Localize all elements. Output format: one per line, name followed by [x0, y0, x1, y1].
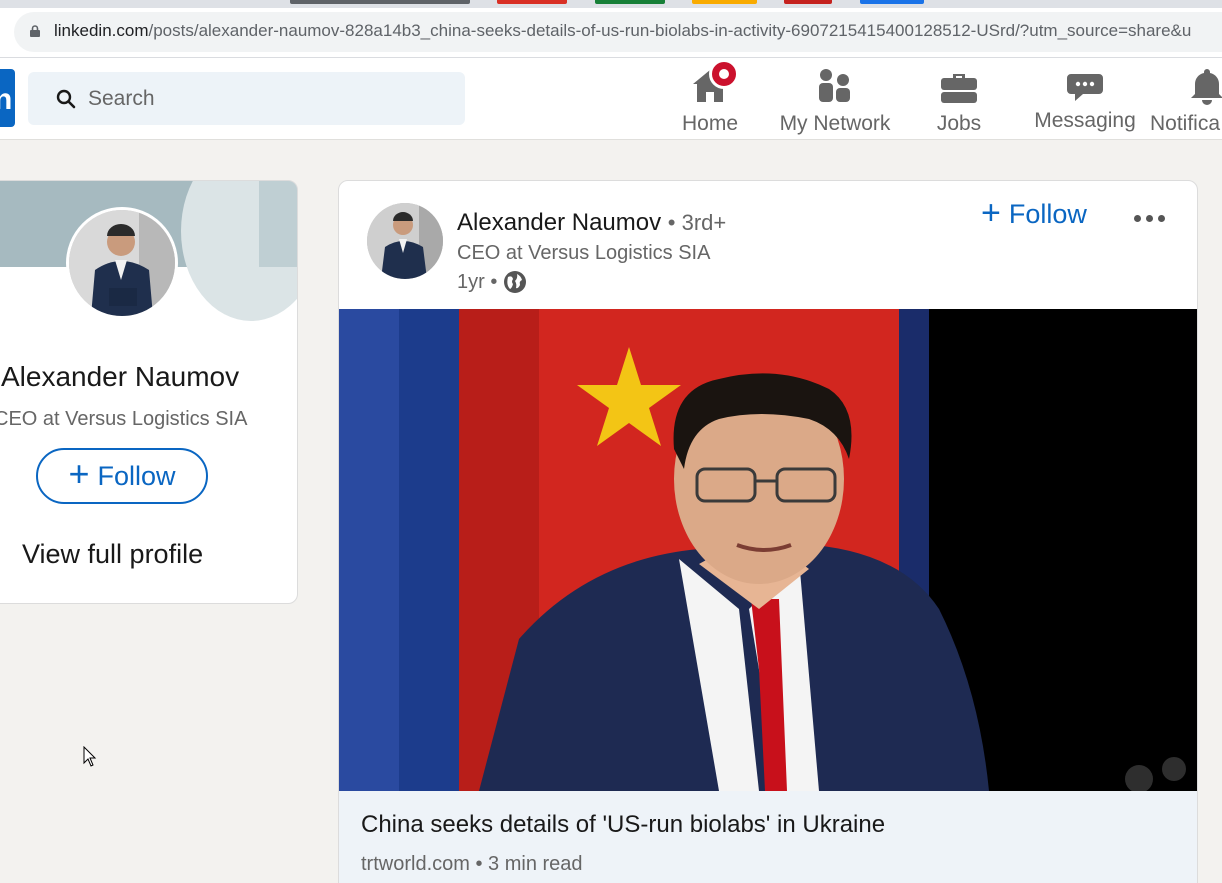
nav-home[interactable]: Home: [672, 59, 748, 138]
connection-degree: • 3rd+: [667, 210, 727, 235]
browser-tab[interactable]: [595, 0, 665, 4]
messaging-icon: [1067, 74, 1103, 101]
article-image[interactable]: [339, 309, 1197, 791]
article-source: trtworld.com: [361, 853, 470, 875]
dot-icon: [1133, 214, 1141, 222]
profile-headline: CEO at Versus Logistics SIA: [0, 408, 248, 430]
dot-icon: [1157, 214, 1165, 222]
url-text[interactable]: linkedin.com/posts/alexander-naumov-828a…: [54, 21, 1191, 41]
network-icon: [819, 69, 850, 102]
article-read-time: 3 min read: [488, 853, 583, 875]
search-box[interactable]: [28, 72, 465, 125]
browser-tab[interactable]: [497, 0, 567, 4]
nav-messaging[interactable]: Messaging: [1030, 64, 1140, 138]
search-input[interactable]: [88, 72, 448, 125]
nav-label: Notifica: [1150, 112, 1221, 135]
nav-jobs[interactable]: Jobs: [924, 64, 994, 138]
browser-tab[interactable]: [784, 0, 832, 4]
profile-card: Alexander Naumov CEO at Versus Logistics…: [0, 180, 298, 604]
article-preview[interactable]: China seeks details of 'US-run biolabs' …: [339, 791, 1197, 883]
post-card: Alexander Naumov • 3rd+ CEO at Versus Lo…: [338, 180, 1198, 883]
notification-badge: [709, 59, 739, 89]
article-photo: [339, 309, 1197, 791]
avatar-photo: [367, 203, 443, 279]
author-headline: CEO at Versus Logistics SIA: [457, 242, 711, 264]
follow-label: Follow: [97, 460, 176, 491]
post-time-text: 1yr •: [457, 270, 498, 293]
briefcase-icon: [941, 74, 977, 103]
mouse-cursor-icon: [83, 746, 97, 767]
nav-my-network[interactable]: My Network: [775, 64, 895, 138]
banner-shape: [259, 181, 297, 267]
browser-tab[interactable]: [290, 0, 470, 4]
plus-icon: +: [68, 453, 90, 494]
browser-tab[interactable]: [860, 0, 924, 4]
more-options-button[interactable]: [1129, 201, 1169, 235]
avatar-photo: [69, 210, 175, 316]
view-full-profile-link[interactable]: View full profile: [22, 539, 203, 570]
nav-notifications[interactable]: Notifica: [1150, 64, 1222, 138]
linkedin-logo[interactable]: n: [0, 69, 15, 127]
browser-tab[interactable]: [692, 0, 757, 4]
url-host: linkedin.com: [54, 21, 149, 40]
author-avatar[interactable]: [367, 203, 443, 279]
bell-icon: [1191, 69, 1222, 105]
profile-name[interactable]: Alexander Naumov: [1, 361, 261, 393]
follow-label: Follow: [1008, 199, 1087, 229]
follow-button[interactable]: + Follow: [981, 193, 1087, 232]
follow-button[interactable]: + Follow: [36, 448, 208, 504]
avatar[interactable]: [66, 207, 178, 319]
lock-icon: [30, 25, 40, 37]
browser-tab-strip: [0, 0, 1222, 8]
nav-label: Messaging: [1034, 109, 1136, 132]
nav-label: My Network: [779, 112, 891, 135]
search-icon: [56, 89, 76, 109]
linkedin-header: n Home My Network Jobs: [0, 58, 1222, 140]
browser-toolbar: linkedin.com/posts/alexander-naumov-828a…: [0, 8, 1222, 58]
article-title[interactable]: China seeks details of 'US-run biolabs' …: [361, 811, 885, 839]
author-name[interactable]: Alexander Naumov • 3rd+: [457, 209, 726, 237]
url-path: /posts/alexander-naumov-828a14b3_china-s…: [148, 21, 1192, 40]
post-timestamp: 1yr •: [457, 270, 527, 294]
author-name-text: Alexander Naumov: [457, 209, 662, 236]
dot-icon: [1145, 214, 1153, 222]
globe-icon: [504, 271, 527, 293]
plus-icon: +: [981, 193, 1001, 232]
nav-label: Home: [681, 112, 739, 135]
nav-label: Jobs: [936, 112, 982, 135]
article-meta: trtworld.com • 3 min read: [361, 853, 583, 875]
